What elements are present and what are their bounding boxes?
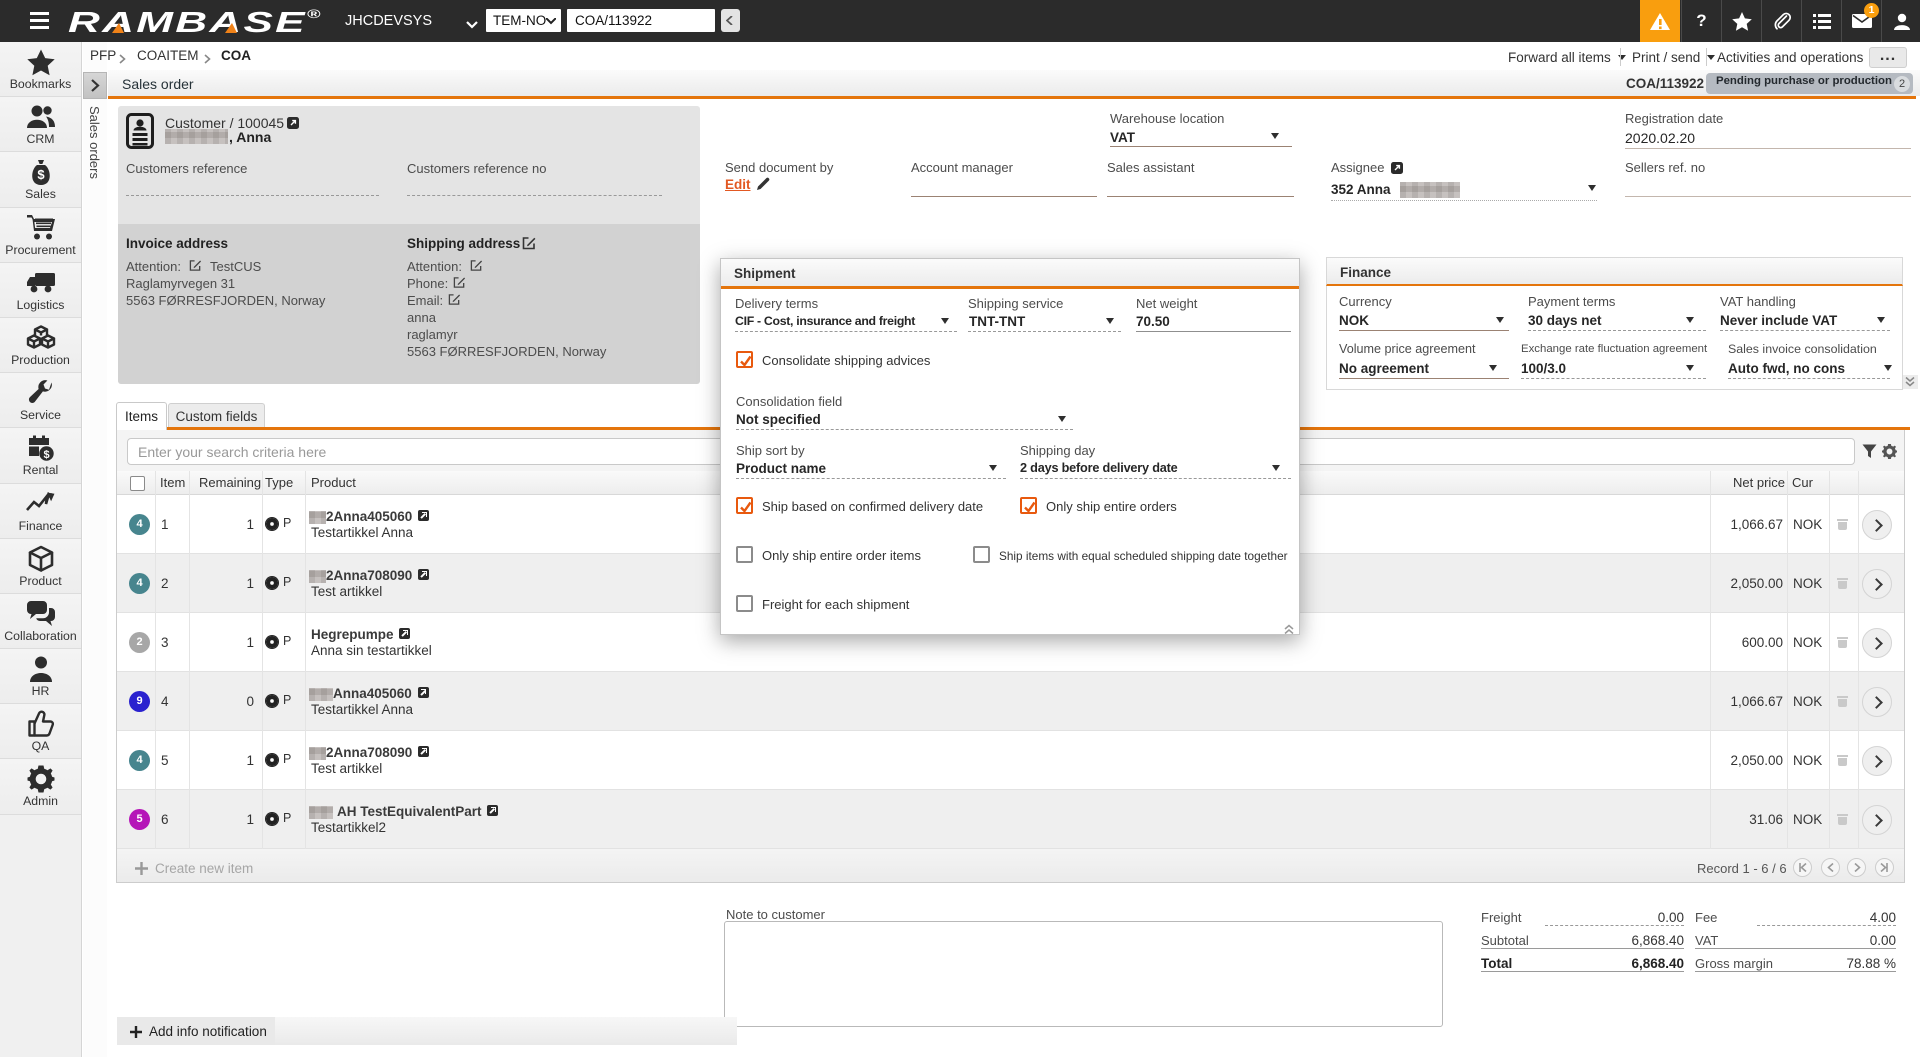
svg-text:$: $ [43, 449, 49, 461]
svg-text:$: $ [37, 167, 45, 182]
